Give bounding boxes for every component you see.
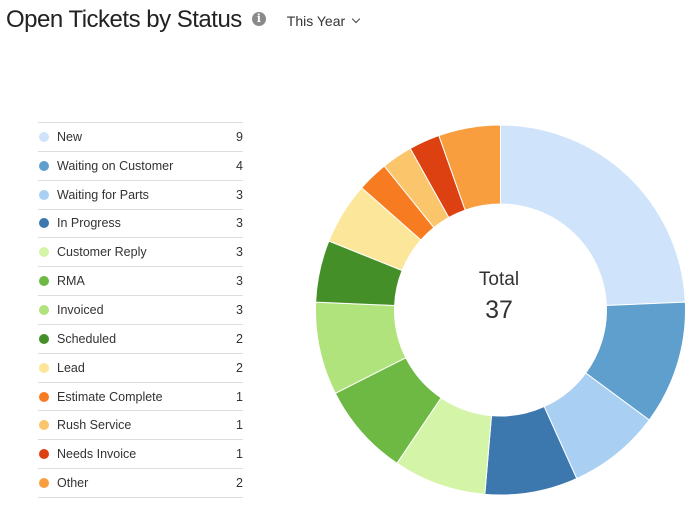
donut-slice-new[interactable] <box>500 124 686 307</box>
center-total-label: Total <box>479 269 519 290</box>
center-total-value: 37 <box>485 296 513 324</box>
donut-chart: Total 37 <box>315 124 686 496</box>
